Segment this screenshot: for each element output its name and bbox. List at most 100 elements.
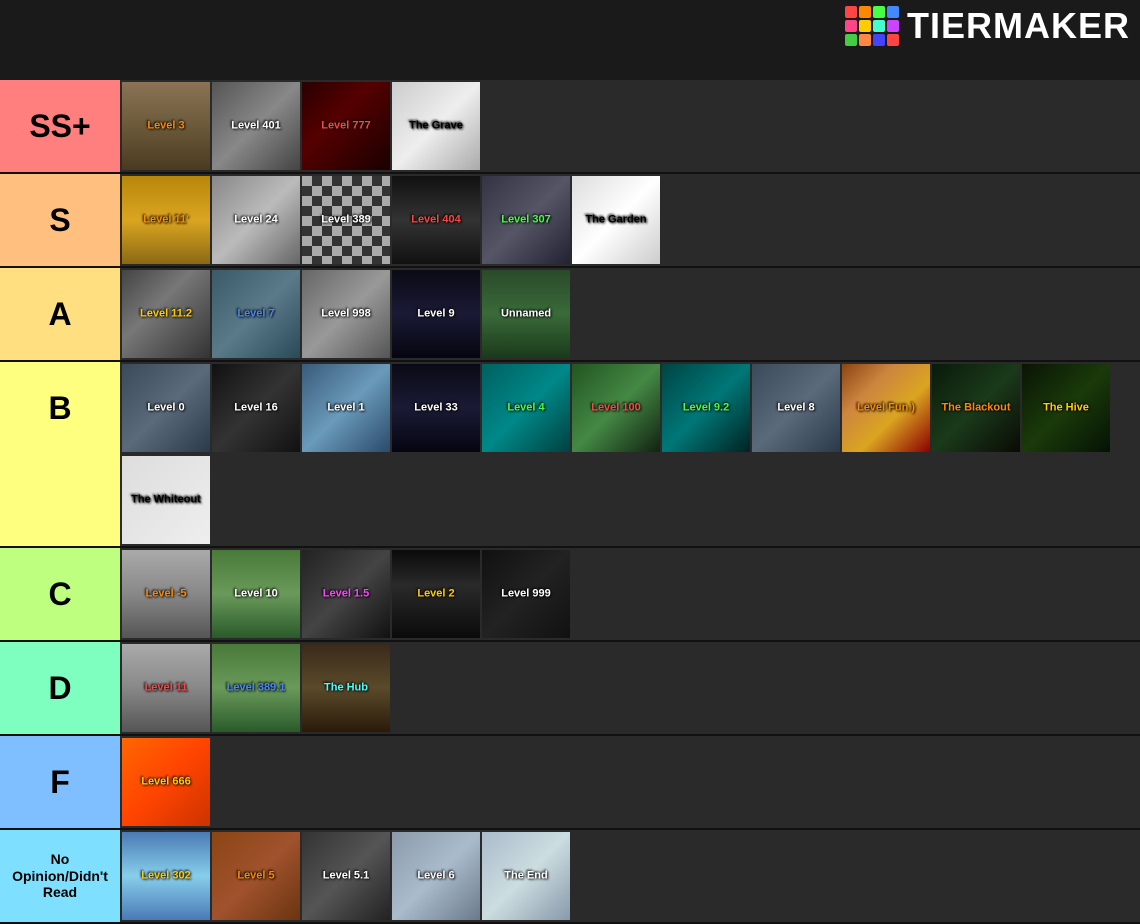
list-item[interactable]: Level 307 (482, 176, 570, 264)
logo-cell (859, 20, 871, 32)
list-item[interactable]: Level 33 (392, 364, 480, 452)
item-label: Level 302 (126, 867, 205, 884)
list-item[interactable]: Level 389.1 (212, 644, 300, 732)
logo-cell (845, 6, 857, 18)
item-label: The End (486, 867, 565, 884)
tiermaker-logo: TiERMAKER (845, 5, 1130, 47)
tier-items-a: Level 11.2 Level 7 Level 998 Level 9 Unn… (120, 268, 1140, 360)
item-label: The Grave (396, 117, 475, 134)
list-item[interactable]: Level 11.2 (122, 270, 210, 358)
list-item[interactable]: Level -5 (122, 550, 210, 638)
tier-items-b-row1: Level 0 Level 16 Level 1 Level 33 Level … (120, 362, 1140, 454)
list-item[interactable]: Level 10 (212, 550, 300, 638)
tier-row-s: S Level 11' Level 24 Level 389 Level 404… (0, 174, 1140, 268)
list-item[interactable]: Level 16 (212, 364, 300, 452)
list-item[interactable]: Level 3 (122, 82, 210, 170)
tier-row-ss: SS+ Level 3 Level 401 Level 777 The Grav… (0, 80, 1140, 174)
list-item[interactable]: Level 7 (212, 270, 300, 358)
tier-items-b-row2: The Whiteout (120, 454, 1140, 546)
list-item[interactable]: Level 5 (212, 832, 300, 920)
tier-row-d: D Level 11 Level 389.1 The Hub (0, 642, 1140, 736)
list-item[interactable]: Level 4 (482, 364, 570, 452)
logo-cell (887, 34, 899, 46)
logo-text: TiERMAKER (907, 5, 1130, 47)
list-item[interactable]: Level 401 (212, 82, 300, 170)
list-item[interactable]: The Hive (1022, 364, 1110, 452)
item-label: The Garden (576, 211, 655, 228)
item-label: Level 33 (396, 399, 475, 416)
tier-row-b-row2: The Whiteout (0, 454, 1140, 546)
list-item[interactable]: Level 9 (392, 270, 480, 358)
item-label: Level 777 (306, 117, 385, 134)
item-label: Level 2 (396, 585, 475, 602)
item-label: Level 307 (486, 211, 565, 228)
tier-label-s: S (0, 174, 120, 266)
tier-label-d: D (0, 642, 120, 734)
item-label: Level 4 (486, 399, 565, 416)
item-label: Level 5 (216, 867, 295, 884)
item-label: The Blackout (936, 399, 1015, 416)
list-item[interactable]: Level 1 (302, 364, 390, 452)
item-label: Level 9 (396, 305, 475, 322)
item-label: Level 1 (306, 399, 385, 416)
list-item[interactable]: The Grave (392, 82, 480, 170)
tier-label-no: No Opinion/Didn't Read (0, 830, 120, 922)
list-item[interactable]: Level 777 (302, 82, 390, 170)
list-item[interactable]: Level Fun ) (842, 364, 930, 452)
list-item[interactable]: Level 0 (122, 364, 210, 452)
list-item[interactable]: Level 9.2 (662, 364, 750, 452)
item-label: Level 100 (576, 399, 655, 416)
item-label: Level 11.2 (126, 305, 205, 322)
item-label: Level 389.1 (216, 679, 295, 696)
item-label: Level 11' (126, 211, 205, 228)
top-bar: TiERMAKER (0, 0, 1140, 80)
item-label: Level 999 (486, 585, 565, 602)
item-label: The Hub (306, 679, 385, 696)
tier-list: TiERMAKER SS+ Level 3 Level 401 Level 77… (0, 0, 1140, 924)
list-item[interactable]: Level 999 (482, 550, 570, 638)
item-label: Level 24 (216, 211, 295, 228)
list-item[interactable]: Level 6 (392, 832, 480, 920)
list-item[interactable]: Level 24 (212, 176, 300, 264)
item-label: Level 3 (126, 117, 205, 134)
item-label: Level 9.2 (666, 399, 745, 416)
list-item[interactable]: Level 998 (302, 270, 390, 358)
item-label: Level 389 (306, 211, 385, 228)
item-label: Level 5.1 (306, 867, 385, 884)
list-item[interactable]: The Blackout (932, 364, 1020, 452)
item-label: Level 16 (216, 399, 295, 416)
logo-cell (887, 6, 899, 18)
list-item[interactable]: Level 404 (392, 176, 480, 264)
list-item[interactable]: Level 100 (572, 364, 660, 452)
item-label: Level 0 (126, 399, 205, 416)
list-item[interactable]: Level 1.5 (302, 550, 390, 638)
tier-items-no: Level 302 Level 5 Level 5.1 Level 6 The … (120, 830, 1140, 922)
tier-items-ss: Level 3 Level 401 Level 777 The Grave (120, 80, 1140, 172)
item-label: Unnamed (486, 305, 565, 322)
list-item[interactable]: The Whiteout (122, 456, 210, 544)
logo-cell (859, 6, 871, 18)
logo-cell (845, 34, 857, 46)
logo-grid (845, 6, 899, 46)
list-item[interactable]: Level 11 (122, 644, 210, 732)
list-item[interactable]: Level 5.1 (302, 832, 390, 920)
tier-items-d: Level 11 Level 389.1 The Hub (120, 642, 1140, 734)
tier-items-c: Level -5 Level 10 Level 1.5 Level 2 Leve… (120, 548, 1140, 640)
list-item[interactable]: Unnamed (482, 270, 570, 358)
list-item[interactable]: Level 302 (122, 832, 210, 920)
tier-label-a: A (0, 268, 120, 360)
list-item[interactable]: The Hub (302, 644, 390, 732)
list-item[interactable]: Level 8 (752, 364, 840, 452)
item-label: The Hive (1026, 399, 1105, 416)
item-label: Level 8 (756, 399, 835, 416)
item-label: Level 404 (396, 211, 475, 228)
b-label-spacer (0, 454, 120, 546)
list-item[interactable]: Level 666 (122, 738, 210, 826)
list-item[interactable]: Level 389 (302, 176, 390, 264)
list-item[interactable]: Level 2 (392, 550, 480, 638)
tier-row-b: B Level 0 Level 16 Level 1 Level 33 Leve… (0, 362, 1140, 548)
list-item[interactable]: The End (482, 832, 570, 920)
list-item[interactable]: The Garden (572, 176, 660, 264)
list-item[interactable]: Level 11' (122, 176, 210, 264)
logo-cell (887, 20, 899, 32)
